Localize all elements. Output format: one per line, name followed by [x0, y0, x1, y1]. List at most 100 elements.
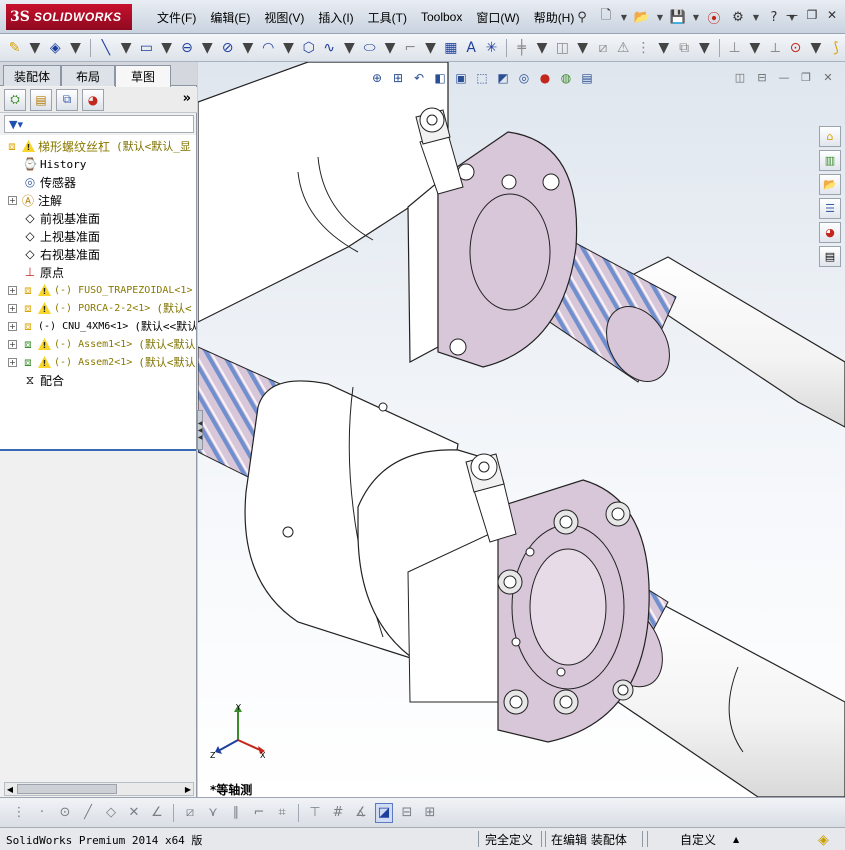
- chevron-down-icon[interactable]: ▼: [67, 38, 84, 58]
- midline-icon[interactable]: ⊤: [306, 803, 324, 823]
- view-palette-icon[interactable]: ☰: [819, 198, 841, 219]
- zoom-to-area-icon[interactable]: ⊞: [389, 69, 407, 87]
- chevron-down-icon[interactable]: ▼: [696, 38, 713, 58]
- table-icon[interactable]: ⊞: [421, 803, 439, 823]
- sketch-icon[interactable]: ✎: [6, 38, 23, 58]
- arc-icon[interactable]: ◠: [260, 38, 277, 58]
- rectangle-icon[interactable]: ▭: [138, 38, 155, 58]
- view-orientation-icon[interactable]: ⬚: [473, 69, 491, 87]
- feature-manager-icon[interactable]: ⛭: [4, 88, 26, 111]
- chevron-down-icon[interactable]: ▼: [199, 38, 216, 58]
- solidworks-logo[interactable]: 3S SOLIDWORKS: [6, 4, 132, 30]
- menu-tools[interactable]: 工具(T): [361, 9, 414, 26]
- chevron-down-icon[interactable]: ▼: [381, 38, 398, 58]
- chevron-down-icon[interactable]: ▼: [158, 38, 175, 58]
- ellipse-icon[interactable]: ⬭: [361, 38, 378, 58]
- configuration-manager-icon[interactable]: ⧉: [56, 88, 78, 111]
- smart-dimension-icon[interactable]: ◈: [47, 38, 64, 58]
- section-view-icon[interactable]: ◧: [431, 69, 449, 87]
- split-vertical-icon[interactable]: ⊟: [755, 70, 769, 84]
- tree-item-mates[interactable]: ⧖ 配合: [22, 371, 64, 389]
- tree-component[interactable]: + ⧈ ! (-) Assem2<1> (默认<默认: [8, 353, 196, 371]
- expand-icon[interactable]: +: [8, 303, 17, 313]
- tree-component[interactable]: + ⧈ ! (-) Assem1<1> (默认<默认: [8, 335, 196, 353]
- tree-item-annotations[interactable]: + Ⓐ 注解: [8, 191, 62, 209]
- chevron-down-icon[interactable]: ▼: [533, 38, 550, 58]
- tree-component[interactable]: + ⧈ ! (-) FUSO_TRAPEZOIDAL<1>: [8, 281, 192, 299]
- tree-component[interactable]: + ⧈ (-) CNU_4XM6<1> (默认<<默认: [8, 317, 196, 335]
- offset-icon[interactable]: ⧄: [594, 38, 611, 58]
- panel-splitter[interactable]: ◀ ◀ ◀: [197, 410, 203, 450]
- display-relations-icon[interactable]: ⊥: [726, 38, 743, 58]
- display-manager-icon[interactable]: ◕: [82, 88, 104, 111]
- chevron-down-icon[interactable]: ▼: [655, 38, 672, 58]
- menu-edit[interactable]: 编辑(E): [203, 9, 257, 26]
- menu-window[interactable]: 窗口(W): [469, 9, 526, 26]
- chevron-down-icon[interactable]: ▼: [341, 38, 358, 58]
- parallel-icon[interactable]: ∥: [227, 803, 245, 823]
- property-manager-icon[interactable]: ▤: [30, 88, 52, 111]
- expand-icon[interactable]: +: [8, 357, 17, 367]
- horizontal-scrollbar[interactable]: ◀ ▶: [4, 782, 194, 796]
- chevron-down-icon[interactable]: ▼: [656, 7, 664, 27]
- intersection-icon[interactable]: ✕: [125, 803, 143, 823]
- chevron-down-icon[interactable]: ▼: [26, 38, 43, 58]
- close-document-icon[interactable]: ✕: [821, 70, 835, 84]
- chevron-down-icon[interactable]: ▼: [239, 38, 256, 58]
- zoom-to-fit-icon[interactable]: ⊕: [368, 69, 386, 87]
- tree-item-top-plane[interactable]: ◇ 上视基准面: [22, 227, 100, 245]
- expand-icon[interactable]: +: [8, 339, 17, 349]
- expand-icon[interactable]: +: [8, 285, 17, 295]
- options-gear-icon[interactable]: ⚙: [728, 7, 748, 27]
- hide-show-items-icon[interactable]: ◎: [515, 69, 533, 87]
- chevron-down-icon[interactable]: ▼: [280, 38, 297, 58]
- scroll-right-icon[interactable]: ▶: [183, 783, 193, 795]
- design-library-icon[interactable]: ▥: [819, 150, 841, 171]
- custom-properties-icon[interactable]: ▤: [819, 246, 841, 267]
- tab-assembly[interactable]: 装配体: [3, 65, 61, 86]
- spline-icon[interactable]: ∿: [320, 38, 337, 58]
- chevron-down-icon[interactable]: ▼: [752, 7, 760, 27]
- angle-icon[interactable]: ∠: [148, 803, 166, 823]
- save-icon[interactable]: 💾: [668, 7, 688, 27]
- tree-root[interactable]: ⧈ ! 梯形螺纹丝杠 (默认<默认_显: [4, 137, 191, 155]
- display-style-icon[interactable]: ◩: [494, 69, 512, 87]
- view-settings-icon[interactable]: ▤: [578, 69, 596, 87]
- minimize-button[interactable]: —: [785, 7, 799, 23]
- expand-chevron-icon[interactable]: »: [183, 91, 191, 106]
- chevron-down-icon[interactable]: ▼: [117, 38, 134, 58]
- tangent-icon[interactable]: ◇: [102, 803, 120, 823]
- horizontal-split-icon[interactable]: ⊟: [398, 803, 416, 823]
- appearances-icon[interactable]: ◕: [819, 222, 841, 243]
- linear-pattern-icon[interactable]: ⋮: [635, 38, 652, 58]
- convert-entities-icon[interactable]: ◫: [554, 38, 571, 58]
- previous-view-icon[interactable]: ↶: [410, 69, 428, 87]
- chevron-down-icon[interactable]: ▼: [574, 38, 591, 58]
- repair-sketch-icon[interactable]: ⟂: [767, 38, 784, 58]
- chevron-down-icon[interactable]: ▼: [807, 38, 824, 58]
- dynamic-annotation-icon[interactable]: ▣: [452, 69, 470, 87]
- circle-icon[interactable]: ⊘: [219, 38, 236, 58]
- home-icon[interactable]: ⌂: [819, 126, 841, 147]
- menu-insert[interactable]: 插入(I): [311, 9, 360, 26]
- tab-layout[interactable]: 布局: [61, 65, 115, 86]
- help-icon[interactable]: ?: [764, 7, 784, 27]
- graphics-area[interactable]: ⊕ ⊞ ↶ ◧ ▣ ⬚ ◩ ◎ ● ◍ ▤ ◫ ⊟ — ❐ ✕ ⌂ ▥ 📂 ☰ …: [198, 62, 845, 797]
- tree-item-history[interactable]: ⌚ History: [22, 155, 87, 173]
- tree-item-right-plane[interactable]: ◇ 右视基准面: [22, 245, 100, 263]
- instant2d-icon[interactable]: ⟆: [827, 38, 844, 58]
- new-document-icon[interactable]: 🗋: [596, 7, 616, 27]
- menu-view[interactable]: 视图(V): [257, 9, 311, 26]
- menu-toolbox[interactable]: Toolbox: [414, 10, 469, 24]
- scroll-left-icon[interactable]: ◀: [5, 783, 15, 795]
- tag-icon[interactable]: ◈: [818, 831, 829, 848]
- chevron-down-icon[interactable]: ▼: [422, 38, 439, 58]
- plane-icon[interactable]: ▦: [442, 38, 459, 58]
- open-folder-icon[interactable]: 📂: [632, 7, 652, 27]
- angle-snap-icon[interactable]: ∡: [352, 803, 370, 823]
- unit-system-selector[interactable]: 自定义: [680, 831, 716, 848]
- chevron-down-icon[interactable]: ▼: [746, 38, 763, 58]
- corner-icon[interactable]: ⌐: [250, 803, 268, 823]
- split-horizontal-icon[interactable]: ◫: [733, 70, 747, 84]
- expand-icon[interactable]: +: [8, 195, 17, 205]
